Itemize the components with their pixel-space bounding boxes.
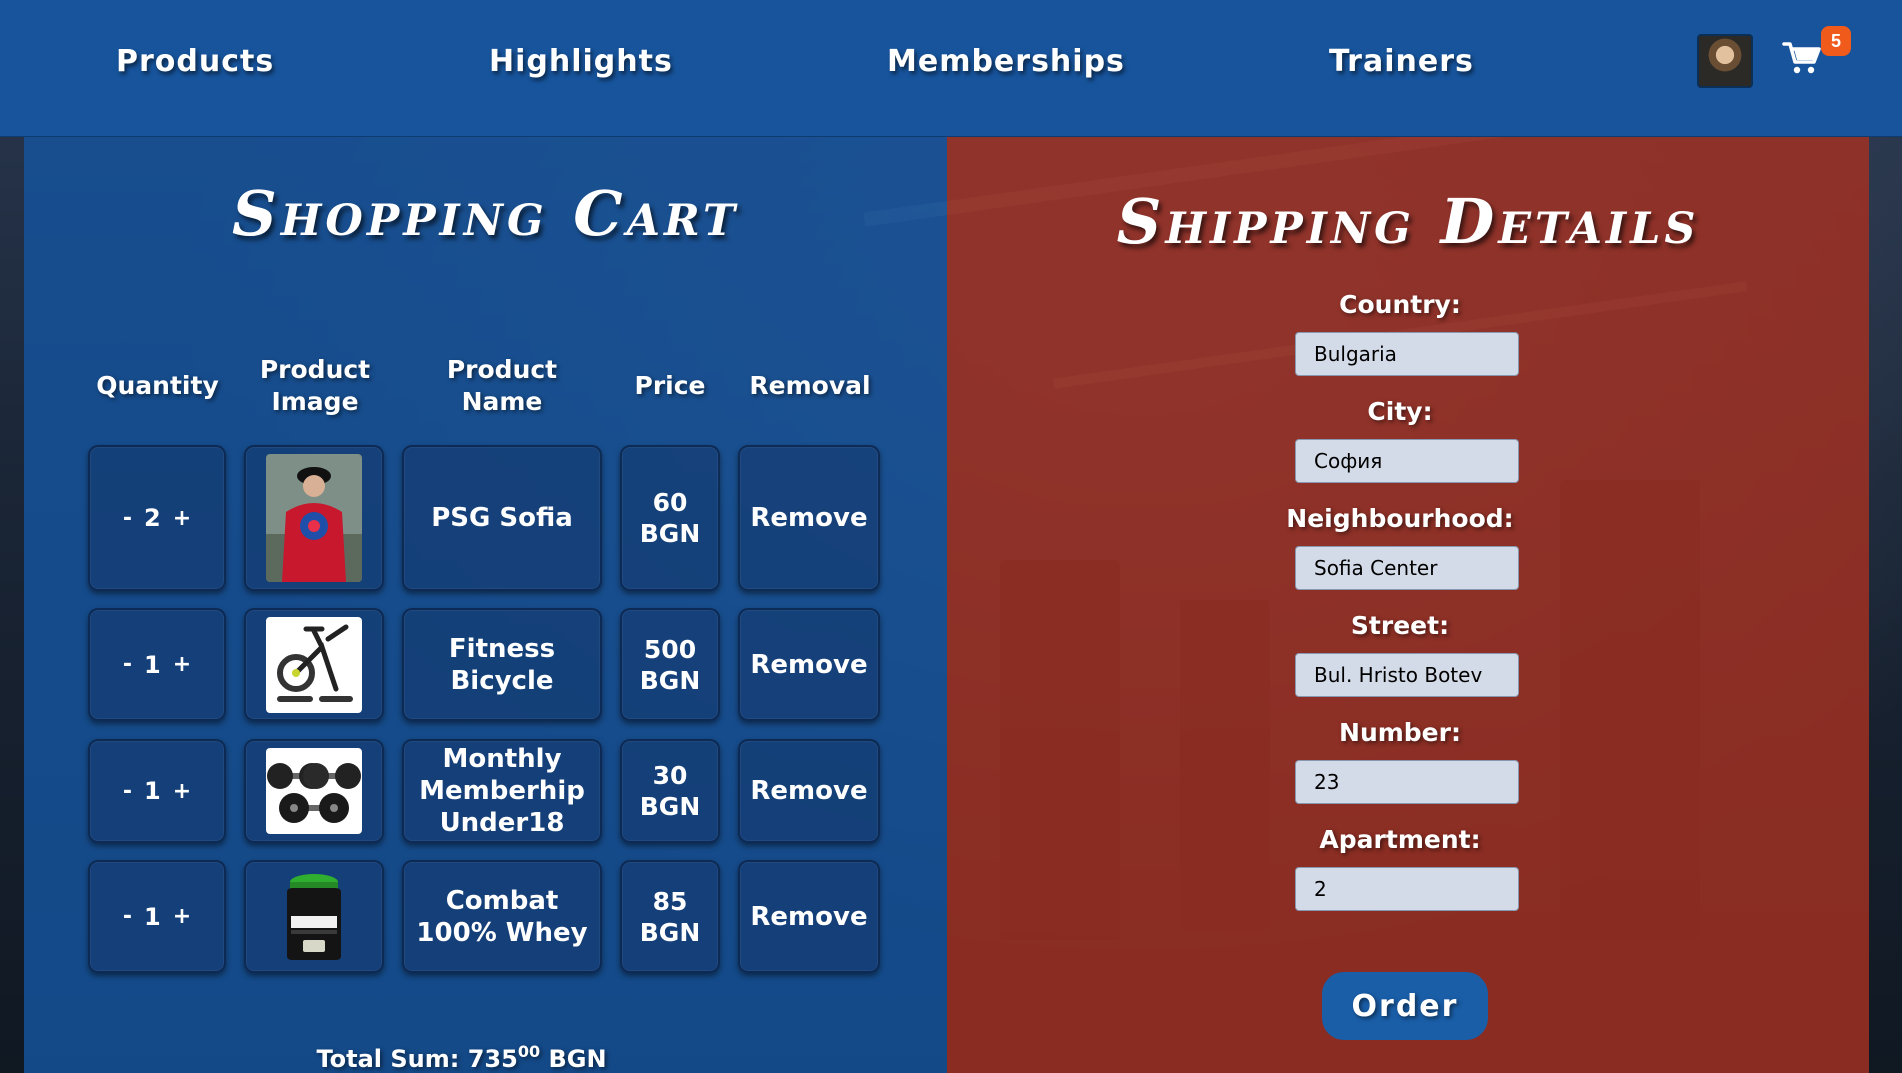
product-name: Fitness Bicycle [402, 608, 602, 721]
number-label: Number: [1339, 718, 1461, 747]
country-label: Country: [1339, 290, 1461, 319]
remove-item-button[interactable]: Remove [738, 860, 880, 973]
city-label: City: [1367, 397, 1433, 426]
street-label: Street: [1350, 611, 1450, 640]
cart-count-badge: 5 [1821, 26, 1851, 56]
remove-item-button[interactable]: Remove [738, 608, 880, 721]
product-image-cell [244, 445, 384, 591]
product-name: PSG Sofia [402, 445, 602, 591]
column-header-image: Product Image [259, 355, 371, 416]
product-price: 85 BGN [620, 860, 720, 973]
decrease-quantity-button[interactable]: - [123, 904, 132, 929]
shopping-cart-icon[interactable] [1782, 40, 1822, 76]
order-button[interactable]: Order [1322, 972, 1488, 1040]
column-header-price: Price [634, 371, 706, 400]
neighbourhood-field[interactable] [1295, 546, 1519, 590]
exercise-bike-image [266, 616, 362, 713]
quantity-value: 1 [144, 902, 161, 931]
product-name: Combat 100% Whey [402, 860, 602, 973]
decrease-quantity-button[interactable]: - [123, 779, 132, 804]
column-header-quantity: Quantity [96, 371, 219, 400]
product-name: Monthly Memberhip Under18 [402, 739, 602, 843]
increase-quantity-button[interactable]: + [173, 904, 191, 929]
city-field[interactable] [1295, 439, 1519, 483]
total-sum-label: Total Sum: 735 [316, 1045, 518, 1073]
decrease-quantity-button[interactable]: - [123, 506, 132, 531]
product-image-cell [244, 860, 384, 973]
quantity-value: 2 [144, 504, 161, 532]
red-hoodie-image [266, 454, 362, 582]
apartment-field[interactable] [1295, 867, 1519, 911]
column-header-removal: Removal [749, 371, 871, 400]
decrease-quantity-button[interactable]: - [123, 652, 132, 677]
shipping-details-title: Shipping Details [1116, 185, 1700, 258]
product-price: 500 BGN [620, 608, 720, 721]
shopping-cart-title: Shopping Cart [232, 177, 739, 250]
top-navigation-bar: Products Highlights Memberships Trainers… [0, 0, 1902, 137]
quantity-stepper: - 2 + [88, 445, 226, 591]
increase-quantity-button[interactable]: + [173, 506, 191, 531]
increase-quantity-button[interactable]: + [173, 652, 191, 677]
column-header-name: Product Name [446, 355, 558, 416]
nav-memberships-link[interactable]: Memberships [887, 44, 1125, 79]
remove-item-button[interactable]: Remove [738, 739, 880, 843]
product-price: 60 BGN [620, 445, 720, 591]
neighbourhood-label: Neighbourhood: [1286, 504, 1514, 533]
total-sum: Total Sum: 73500 BGN [0, 1042, 923, 1073]
number-field[interactable] [1295, 760, 1519, 804]
nav-highlights-link[interactable]: Highlights [489, 44, 673, 79]
street-field[interactable] [1295, 653, 1519, 697]
protein-tub-image [287, 873, 341, 960]
nav-trainers-link[interactable]: Trainers [1329, 44, 1474, 79]
product-image-cell [244, 739, 384, 843]
nav-products-link[interactable]: Products [116, 44, 274, 79]
product-price: 30 BGN [620, 739, 720, 843]
total-sum-cents: 00 [517, 1042, 541, 1061]
quantity-stepper: - 1 + [88, 739, 226, 843]
product-image-cell [244, 608, 384, 721]
remove-item-button[interactable]: Remove [738, 445, 880, 591]
total-sum-currency: BGN [548, 1045, 607, 1073]
dumbbells-image [266, 748, 362, 834]
quantity-stepper: - 1 + [88, 860, 226, 973]
user-avatar[interactable] [1697, 34, 1753, 88]
apartment-label: Apartment: [1319, 825, 1481, 854]
country-field[interactable] [1295, 332, 1519, 376]
quantity-stepper: - 1 + [88, 608, 226, 721]
shipping-details-panel: Shipping Details [947, 137, 1869, 1073]
quantity-value: 1 [144, 650, 161, 679]
increase-quantity-button[interactable]: + [173, 779, 191, 804]
quantity-value: 1 [144, 777, 161, 805]
